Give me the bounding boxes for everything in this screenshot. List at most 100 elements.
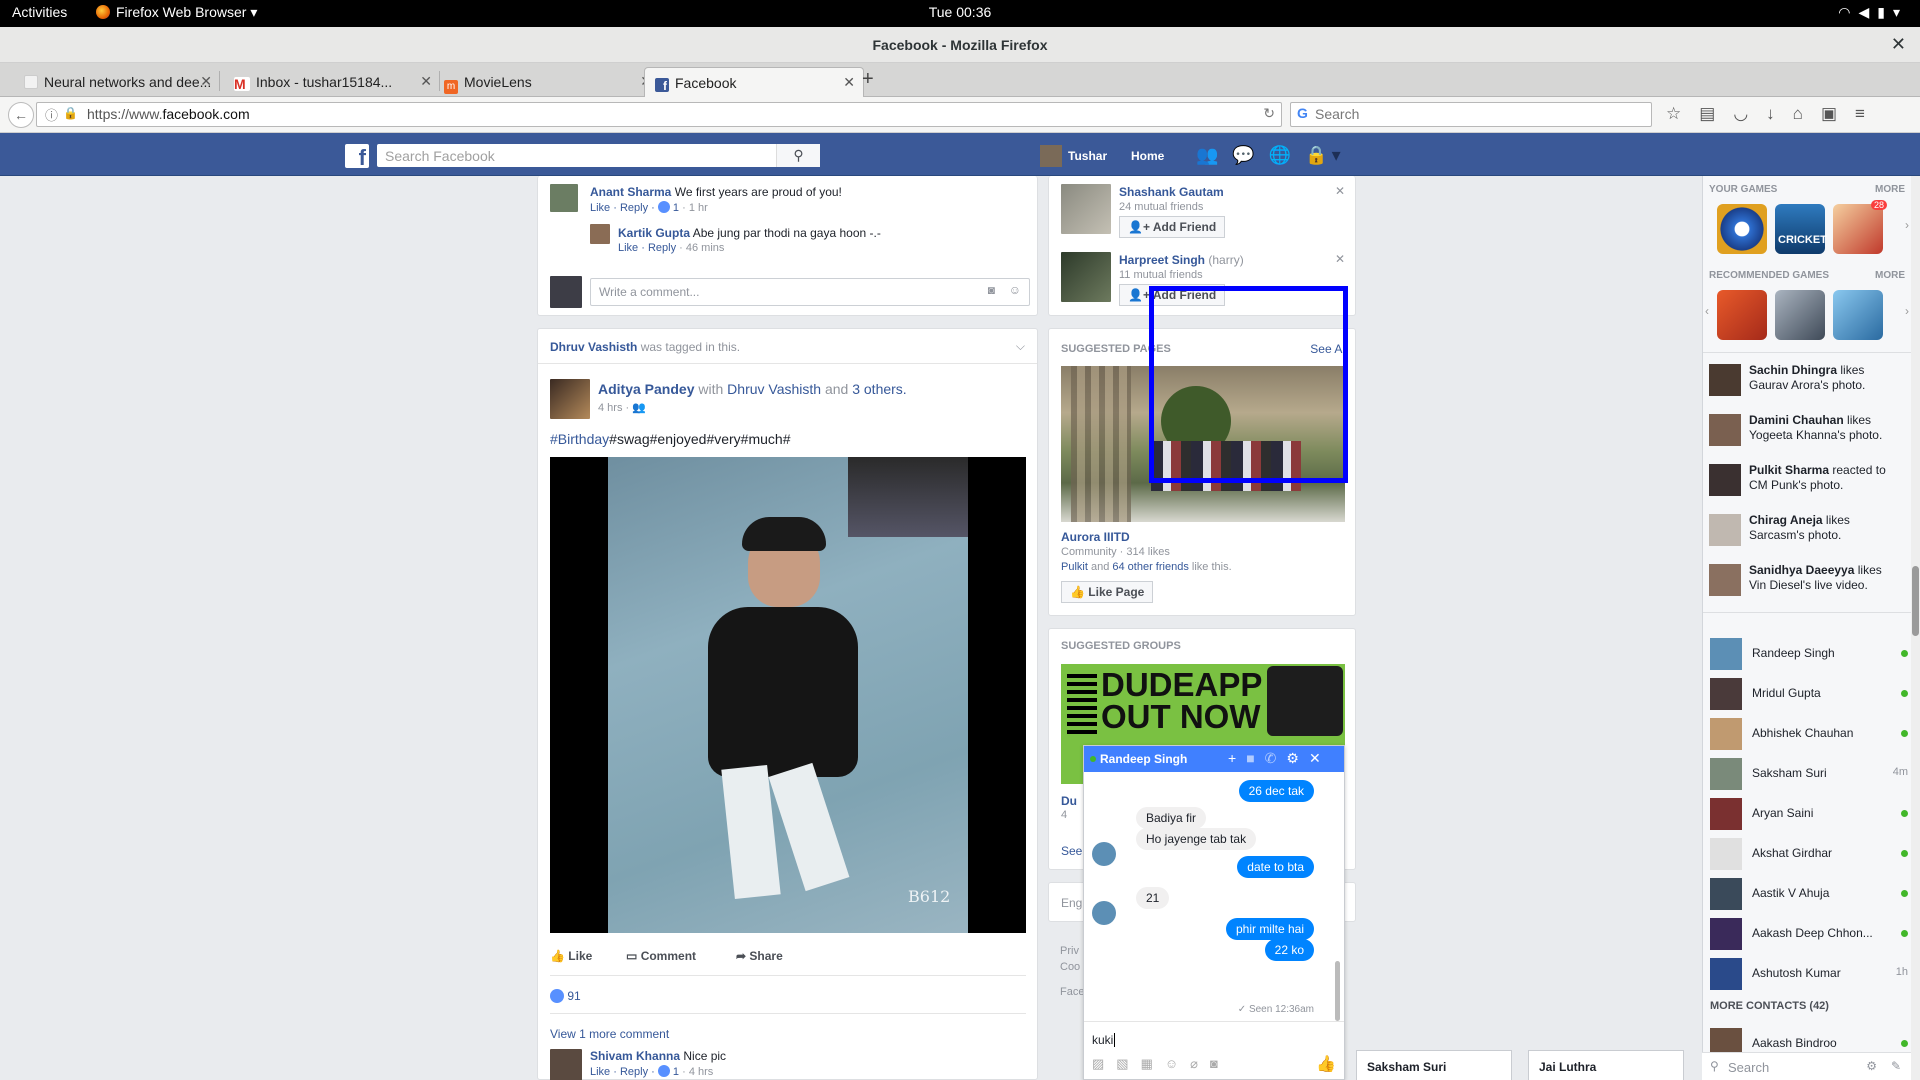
see-all-link[interactable]: See Al — [1310, 342, 1345, 356]
emoji-icon[interactable]: ☺ — [1165, 1056, 1190, 1071]
voice-call-icon[interactable]: ✆ — [1265, 750, 1287, 766]
post-time[interactable]: 4 hrs · 👥 — [598, 401, 646, 414]
post-options-chevron-icon[interactable]: ⌵ — [1016, 339, 1025, 354]
share-button[interactable]: ➦ Share — [736, 949, 783, 963]
reactions-summary[interactable]: 91 — [550, 989, 581, 1003]
tab-close-icon[interactable]: ✕ — [420, 73, 432, 90]
page-others[interactable]: 64 other friends — [1112, 561, 1188, 573]
tab-inbox[interactable]: M Inbox - tushar15184... ✕ — [220, 67, 440, 97]
chat-scrollbar[interactable] — [1335, 961, 1340, 1021]
tagged-name[interactable]: Dhruv Vashisth — [550, 340, 637, 354]
camera-icon[interactable]: ◙ — [988, 283, 995, 297]
download-icon[interactable]: ↓ — [1766, 104, 1793, 123]
pocket-icon[interactable]: ◡ — [1733, 104, 1766, 123]
footer-privacy[interactable]: Priv — [1060, 945, 1079, 957]
page-friend[interactable]: Pulkit — [1061, 561, 1088, 573]
ticker-item[interactable]: Sachin Dhingra likes Gaurav Arora's photo… — [1703, 356, 1912, 406]
contact-row[interactable]: Randeep Singh — [1708, 632, 1914, 672]
contact-row[interactable]: Aakash Deep Chhon... — [1708, 912, 1914, 952]
avatar[interactable] — [550, 1049, 582, 1080]
emoji-icon[interactable]: ☺ — [1009, 283, 1021, 297]
game-icon[interactable] — [1833, 290, 1883, 340]
comment-actions-links[interactable]: Like · Reply · — [590, 202, 655, 214]
language-text[interactable]: Eng — [1061, 896, 1082, 910]
attachment-icon[interactable]: ⌀ — [1190, 1056, 1210, 1071]
info-icon[interactable]: ⓘ — [45, 105, 58, 124]
reading-list-icon[interactable]: ▤ — [1699, 104, 1733, 123]
back-arrow-icon[interactable]: ← — [8, 102, 34, 128]
thumbs-up-send-icon[interactable]: 👍 — [1316, 1054, 1336, 1074]
gear-icon[interactable]: ⚙ — [1286, 750, 1309, 766]
gif-icon[interactable]: ▦ — [1141, 1056, 1165, 1071]
mutual-friends[interactable]: 11 mutual friends — [1119, 269, 1203, 281]
app-menu[interactable]: Firefox Web Browser ▾ — [96, 4, 257, 21]
add-friend-button[interactable]: 👤+ Add Friend — [1119, 284, 1226, 306]
dismiss-icon[interactable]: ✕ — [1335, 252, 1345, 266]
reply-actions-links[interactable]: Like · Reply — [618, 242, 676, 254]
avatar[interactable] — [550, 184, 578, 212]
avatar[interactable] — [550, 379, 590, 419]
cricket-game-icon[interactable]: CRICKET — [1775, 204, 1827, 254]
write-comment-input[interactable]: Write a comment... ◙ ☺ — [590, 278, 1030, 306]
system-tray[interactable]: ◠◀▮▾ — [1838, 4, 1908, 21]
clock[interactable]: Tue 00:36 — [0, 4, 1920, 20]
contact-row[interactable]: Saksham Suri 4m — [1708, 752, 1914, 792]
like-button[interactable]: 👍 Like — [550, 949, 592, 963]
footer-cookies[interactable]: Coo — [1060, 961, 1080, 973]
comment-button[interactable]: ▭ Comment — [626, 949, 696, 963]
contact-row[interactable]: Abhishek Chauhan — [1708, 712, 1914, 752]
add-friend-button[interactable]: 👤+ Add Friend — [1119, 216, 1226, 238]
game-icon[interactable] — [1775, 290, 1825, 340]
add-people-icon[interactable]: + — [1228, 750, 1246, 766]
dismiss-icon[interactable]: ✕ — [1335, 184, 1345, 198]
browser-search-input[interactable]: G Search — [1290, 102, 1652, 127]
privacy-lock-icon[interactable]: 🔒▾ — [1305, 145, 1344, 165]
post-author[interactable]: Aditya Pandey — [598, 381, 694, 397]
gear-icon[interactable]: ⚙ — [1866, 1059, 1877, 1073]
reaction-count[interactable]: 1 — [673, 1066, 679, 1078]
ticker-item[interactable]: Sanidhya Daeeyya likes Vin Diesel's live … — [1703, 556, 1912, 606]
messages-icon[interactable]: 💬 — [1232, 145, 1268, 165]
8-ball-pool-game-icon[interactable] — [1717, 204, 1767, 254]
others-link[interactable]: 3 others. — [852, 381, 906, 397]
comment-actions-links[interactable]: Like · Reply · — [590, 1066, 655, 1078]
ticker-item[interactable]: Damini Chauhan likes Yogeeta Khanna's pho… — [1703, 406, 1912, 456]
more-games-link[interactable]: MORE — [1875, 270, 1905, 281]
contact-row[interactable]: Mridul Gupta — [1708, 672, 1914, 712]
mutual-friends[interactable]: 24 mutual friends — [1119, 201, 1203, 213]
comment-author[interactable]: Shivam Khanna — [590, 1049, 680, 1063]
friend-name[interactable]: Harpreet Singh — [1119, 253, 1205, 267]
tab-neural-networks[interactable]: Neural networks and dee... ✕ — [0, 67, 220, 97]
chat-message-input[interactable]: kuki — [1092, 1033, 1116, 1047]
bookmark-star-icon[interactable]: ☆ — [1666, 104, 1699, 123]
reply-author[interactable]: Kartik Gupta — [618, 226, 690, 240]
new-message-icon[interactable]: ✎ — [1891, 1059, 1901, 1073]
like-page-button[interactable]: 👍 Like Page — [1061, 581, 1154, 603]
profile-link[interactable]: Tushar — [1040, 145, 1107, 167]
post-photo[interactable]: B612 — [550, 457, 1026, 933]
chevron-right-icon[interactable]: › — [1905, 218, 1909, 232]
tab-close-icon[interactable]: ✕ — [843, 74, 855, 91]
new-tab-icon[interactable]: + — [862, 68, 874, 91]
contact-row[interactable]: Ashutosh Kumar 1h — [1708, 952, 1914, 992]
game-icon[interactable]: 28 — [1833, 200, 1887, 254]
avatar[interactable] — [1061, 184, 1111, 234]
reload-icon[interactable]: ↻ — [1263, 105, 1275, 122]
docked-chat-tab[interactable]: Jai Luthra — [1528, 1050, 1684, 1080]
comment-author[interactable]: Anant Sharma — [590, 185, 671, 199]
scrollbar-thumb[interactable] — [1912, 566, 1919, 636]
avatar[interactable] — [1061, 252, 1111, 302]
see-more-link[interactable]: See — [1061, 844, 1082, 858]
home-icon[interactable]: ⌂ — [1793, 104, 1821, 123]
ticker-item[interactable]: Pulkit Sharma reacted to CM Punk's photo. — [1703, 456, 1912, 506]
docked-chat-tab[interactable]: Saksham Suri — [1356, 1050, 1512, 1080]
ticker-item[interactable]: Chirag Aneja likes Sarcasm's photo. — [1703, 506, 1912, 556]
with-name[interactable]: Dhruv Vashisth — [727, 381, 821, 397]
close-icon[interactable]: ✕ — [1309, 750, 1331, 766]
tab-movielens[interactable]: mMovieLens ✕ — [440, 67, 660, 97]
hashtag-link[interactable]: #Birthday — [550, 431, 609, 447]
hamburger-menu-icon[interactable]: ≡ — [1855, 104, 1883, 123]
photo-icon[interactable]: ▨ — [1092, 1056, 1116, 1071]
sticker-icon[interactable]: ▧ — [1116, 1056, 1140, 1071]
sidebar-search[interactable]: ⚲ Search ⚙ ✎ — [1702, 1052, 1911, 1080]
